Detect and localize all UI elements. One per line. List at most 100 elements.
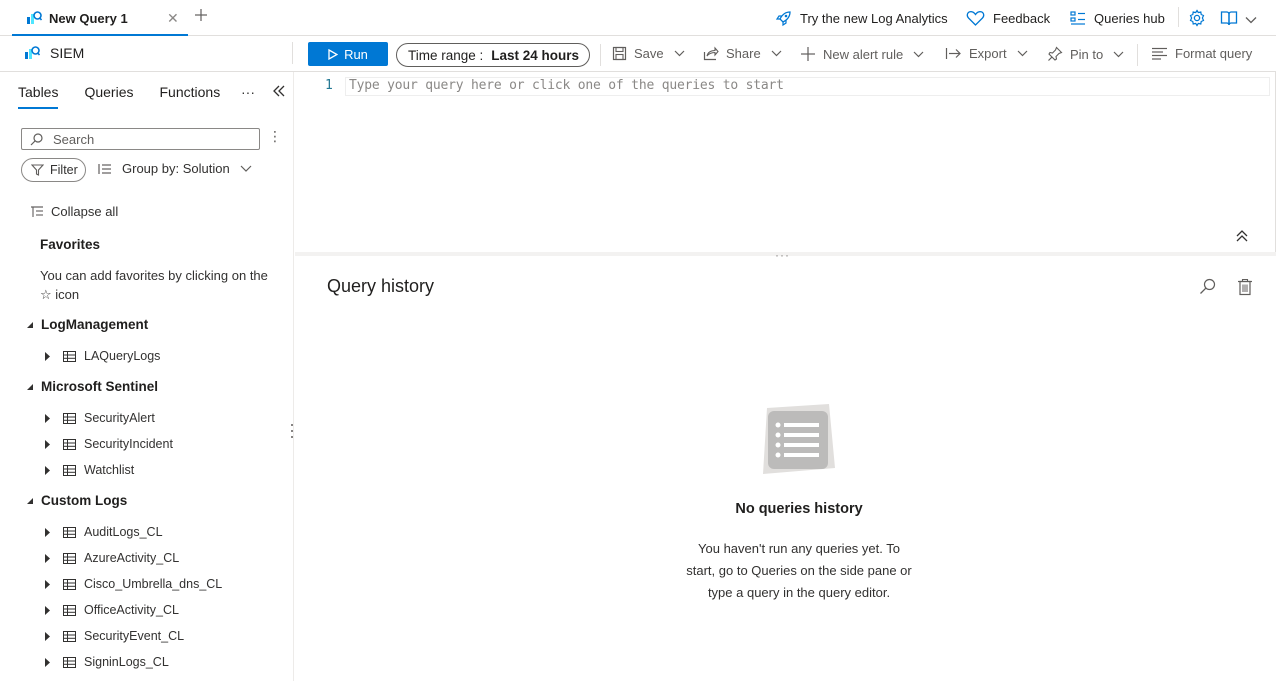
table-icon — [63, 526, 76, 538]
queries-hub-label: Queries hub — [1094, 10, 1165, 26]
caret-right-icon[interactable] — [45, 413, 61, 423]
try-new-log-analytics-link[interactable]: Try the new Log Analytics — [775, 8, 948, 28]
table-row[interactable]: OfficeActivity_CL — [45, 603, 179, 617]
caret-down-icon — [27, 497, 33, 504]
queries-hub-button[interactable]: Queries hub — [1070, 8, 1165, 28]
table-row[interactable]: SecurityIncident — [45, 437, 173, 451]
pin-icon — [1047, 46, 1063, 62]
book-icon[interactable] — [1220, 8, 1238, 28]
table-name: SecurityIncident — [84, 437, 173, 451]
caret-right-icon[interactable] — [45, 631, 61, 641]
time-range-button[interactable]: Time range : Last 24 hours — [396, 43, 590, 67]
chevron-down-icon — [913, 51, 924, 58]
collapse-all-button[interactable]: Collapse all — [30, 204, 118, 219]
queries-hub-icon — [1070, 10, 1086, 26]
time-range-label: Time range : — [408, 47, 484, 63]
divider — [1137, 44, 1138, 66]
splitter-handle-icon[interactable]: ··· — [775, 248, 790, 262]
table-icon — [63, 350, 76, 362]
table-row[interactable]: SigninLogs_CL — [45, 655, 169, 669]
query-editor[interactable]: 1 Type your query here or click one of t… — [295, 72, 1276, 252]
gear-icon[interactable] — [1188, 8, 1206, 28]
run-button[interactable]: Run — [308, 42, 388, 66]
collapse-pane-icon[interactable] — [273, 85, 285, 97]
group-microsoft-sentinel[interactable]: Microsoft Sentinel — [27, 379, 158, 394]
table-name: Watchlist — [84, 463, 135, 477]
table-name: LAQueryLogs — [84, 349, 161, 363]
table-row[interactable]: AzureActivity_CL — [45, 551, 179, 565]
try-new-log-analytics-label: Try the new Log Analytics — [800, 10, 948, 26]
pin-to-button[interactable]: Pin to — [1047, 46, 1124, 62]
workspace-selector[interactable]: SIEM — [24, 45, 84, 61]
format-query-button[interactable]: Format query — [1151, 46, 1252, 61]
group-by-label: Group by: Solution — [122, 161, 230, 176]
share-button[interactable]: Share — [703, 46, 782, 61]
caret-right-icon[interactable] — [45, 351, 61, 361]
group-custom-logs[interactable]: Custom Logs — [27, 493, 127, 508]
schema-search[interactable] — [21, 128, 260, 150]
tab-queries[interactable]: Queries — [84, 84, 133, 109]
editor-placeholder: Type your query here or click one of the… — [349, 78, 784, 93]
empty-state-title: No queries history — [735, 501, 863, 517]
share-icon — [703, 46, 719, 61]
query-tab[interactable]: New Query 1 ✕ — [12, 0, 188, 36]
feedback-button[interactable]: Feedback — [966, 8, 1050, 28]
table-icon — [63, 604, 76, 616]
new-alert-rule-button[interactable]: New alert rule — [800, 46, 924, 62]
table-row[interactable]: SecurityEvent_CL — [45, 629, 184, 643]
resize-handle-icon[interactable] — [290, 423, 294, 439]
caret-right-icon[interactable] — [45, 605, 61, 615]
delete-icon[interactable] — [1237, 278, 1253, 296]
table-name: SecurityEvent_CL — [84, 629, 185, 643]
search-input[interactable] — [53, 131, 243, 147]
add-tab-icon[interactable] — [194, 8, 208, 22]
play-icon — [328, 48, 339, 60]
search-icon[interactable] — [1199, 278, 1216, 295]
table-icon — [63, 656, 76, 668]
query-tab-label: New Query 1 — [49, 11, 128, 26]
caret-down-icon — [27, 383, 33, 390]
caret-right-icon[interactable] — [45, 439, 61, 449]
empty-list-icon — [759, 402, 837, 478]
table-icon — [63, 552, 76, 564]
new-alert-rule-label: New alert rule — [823, 46, 904, 62]
caret-right-icon[interactable] — [45, 553, 61, 563]
table-row[interactable]: Cisco_Umbrella_dns_CL — [45, 577, 222, 591]
group-name: Microsoft Sentinel — [41, 379, 159, 394]
table-row[interactable]: SecurityAlert — [45, 411, 155, 425]
group-name: LogManagement — [41, 317, 149, 332]
caret-right-icon[interactable] — [45, 579, 61, 589]
log-analytics-icon — [24, 45, 40, 61]
schema-sidebar: Tables Queries Functions ··· ⋮ Filter Gr… — [0, 72, 292, 681]
caret-right-icon[interactable] — [45, 527, 61, 537]
table-row[interactable]: Watchlist — [45, 463, 134, 477]
filter-button[interactable]: Filter — [21, 158, 86, 182]
pin-to-label: Pin to — [1070, 46, 1104, 62]
save-icon — [612, 46, 627, 61]
tab-tables[interactable]: Tables — [18, 84, 59, 109]
pane-divider[interactable] — [293, 72, 294, 681]
caret-right-icon[interactable] — [45, 465, 61, 475]
group-logmanagement[interactable]: LogManagement — [27, 317, 148, 332]
chevron-down-icon[interactable] — [1245, 10, 1257, 30]
export-button[interactable]: Export — [945, 46, 1028, 61]
save-button[interactable]: Save — [612, 46, 685, 61]
table-icon — [63, 578, 76, 590]
more-options-icon[interactable]: ⋮ — [268, 128, 282, 145]
heart-icon — [966, 10, 985, 27]
tab-functions[interactable]: Functions — [160, 84, 221, 109]
share-label: Share — [726, 46, 761, 61]
table-name: AzureActivity_CL — [84, 551, 180, 565]
table-row[interactable]: LAQueryLogs — [45, 349, 160, 363]
chevron-down-icon — [1017, 50, 1028, 57]
group-by-dropdown[interactable]: Group by: Solution — [98, 161, 252, 176]
table-name: SigninLogs_CL — [84, 655, 169, 669]
more-tabs-button[interactable]: ··· — [241, 84, 255, 100]
close-icon[interactable]: ✕ — [167, 10, 179, 27]
table-row[interactable]: AuditLogs_CL — [45, 525, 163, 539]
favorites-description: You can add favorites by clicking on the… — [40, 268, 268, 302]
collapse-editor-icon[interactable] — [1236, 230, 1248, 242]
collapse-all-icon — [30, 205, 44, 218]
list-group-icon — [98, 163, 112, 175]
caret-right-icon[interactable] — [45, 657, 61, 667]
